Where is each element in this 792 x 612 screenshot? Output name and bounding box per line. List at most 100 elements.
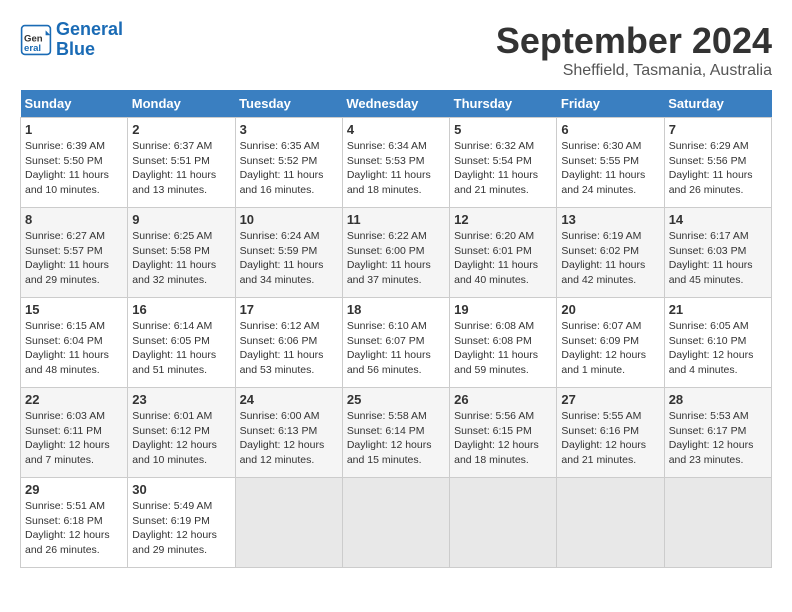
day-info: Sunrise: 6:20 AMSunset: 6:01 PMDaylight:…: [454, 229, 552, 288]
week-row-1: 1 Sunrise: 6:39 AMSunset: 5:50 PMDaylight…: [21, 118, 772, 208]
logo-icon: Gen eral: [20, 24, 52, 56]
subtitle: Sheffield, Tasmania, Australia: [496, 62, 772, 80]
day-number: 2: [132, 122, 230, 137]
day-cell-8: 8 Sunrise: 6:27 AMSunset: 5:57 PMDaylight…: [21, 208, 128, 298]
day-info: Sunrise: 6:08 AMSunset: 6:08 PMDaylight:…: [454, 319, 552, 378]
col-friday: Friday: [557, 90, 664, 118]
day-number: 3: [240, 122, 338, 137]
day-cell-18: 18 Sunrise: 6:10 AMSunset: 6:07 PMDayligh…: [342, 298, 449, 388]
day-number: 19: [454, 302, 552, 317]
day-cell-16: 16 Sunrise: 6:14 AMSunset: 6:05 PMDayligh…: [128, 298, 235, 388]
day-info: Sunrise: 6:32 AMSunset: 5:54 PMDaylight:…: [454, 139, 552, 198]
day-info: Sunrise: 6:39 AMSunset: 5:50 PMDaylight:…: [25, 139, 123, 198]
col-sunday: Sunday: [21, 90, 128, 118]
day-cell-11: 11 Sunrise: 6:22 AMSunset: 6:00 PMDayligh…: [342, 208, 449, 298]
day-info: Sunrise: 6:14 AMSunset: 6:05 PMDaylight:…: [132, 319, 230, 378]
day-info: Sunrise: 6:12 AMSunset: 6:06 PMDaylight:…: [240, 319, 338, 378]
day-cell-12: 12 Sunrise: 6:20 AMSunset: 6:01 PMDayligh…: [450, 208, 557, 298]
day-cell-23: 23 Sunrise: 6:01 AMSunset: 6:12 PMDayligh…: [128, 388, 235, 478]
day-cell-9: 9 Sunrise: 6:25 AMSunset: 5:58 PMDaylight…: [128, 208, 235, 298]
day-cell-17: 17 Sunrise: 6:12 AMSunset: 6:06 PMDayligh…: [235, 298, 342, 388]
day-info: Sunrise: 6:01 AMSunset: 6:12 PMDaylight:…: [132, 409, 230, 468]
day-info: Sunrise: 5:53 AMSunset: 6:17 PMDaylight:…: [669, 409, 767, 468]
day-cell-6: 6Sunrise: 6:30 AMSunset: 5:55 PMDaylight…: [557, 118, 664, 208]
day-info: Sunrise: 6:35 AMSunset: 5:52 PMDaylight:…: [240, 139, 338, 198]
empty-cell-w4-d3: [342, 478, 449, 568]
day-cell-1: 1 Sunrise: 6:39 AMSunset: 5:50 PMDaylight…: [21, 118, 128, 208]
page-header: Gen eral General Blue September 2024 She…: [20, 20, 772, 80]
empty-cell-w4-d5: [557, 478, 664, 568]
day-info: Sunrise: 6:34 AMSunset: 5:53 PMDaylight:…: [347, 139, 445, 198]
day-cell-28: 28 Sunrise: 5:53 AMSunset: 6:17 PMDayligh…: [664, 388, 771, 478]
day-number: 12: [454, 212, 552, 227]
day-info: Sunrise: 5:49 AMSunset: 6:19 PMDaylight:…: [132, 499, 230, 558]
day-cell-13: 13 Sunrise: 6:19 AMSunset: 6:02 PMDayligh…: [557, 208, 664, 298]
logo-text-general: General: [56, 20, 123, 40]
day-info: Sunrise: 6:10 AMSunset: 6:07 PMDaylight:…: [347, 319, 445, 378]
day-info: Sunrise: 6:15 AMSunset: 6:04 PMDaylight:…: [25, 319, 123, 378]
day-number: 30: [132, 482, 230, 497]
week-row-3: 15 Sunrise: 6:15 AMSunset: 6:04 PMDayligh…: [21, 298, 772, 388]
day-number: 15: [25, 302, 123, 317]
day-info: Sunrise: 5:51 AMSunset: 6:18 PMDaylight:…: [25, 499, 123, 558]
day-number: 28: [669, 392, 767, 407]
day-cell-7: 7Sunrise: 6:29 AMSunset: 5:56 PMDaylight…: [664, 118, 771, 208]
day-number: 22: [25, 392, 123, 407]
day-info: Sunrise: 6:30 AMSunset: 5:55 PMDaylight:…: [561, 139, 659, 198]
day-info: Sunrise: 6:17 AMSunset: 6:03 PMDaylight:…: [669, 229, 767, 288]
day-info: Sunrise: 6:29 AMSunset: 5:56 PMDaylight:…: [669, 139, 767, 198]
calendar-table: Sunday Monday Tuesday Wednesday Thursday…: [20, 90, 772, 568]
day-info: Sunrise: 6:05 AMSunset: 6:10 PMDaylight:…: [669, 319, 767, 378]
day-info: Sunrise: 5:56 AMSunset: 6:15 PMDaylight:…: [454, 409, 552, 468]
day-info: Sunrise: 6:22 AMSunset: 6:00 PMDaylight:…: [347, 229, 445, 288]
day-number: 27: [561, 392, 659, 407]
day-cell-3: 3 Sunrise: 6:35 AMSunset: 5:52 PMDaylight…: [235, 118, 342, 208]
day-info: Sunrise: 6:00 AMSunset: 6:13 PMDaylight:…: [240, 409, 338, 468]
day-number: 29: [25, 482, 123, 497]
empty-cell-w4-d6: [664, 478, 771, 568]
day-info: Sunrise: 6:19 AMSunset: 6:02 PMDaylight:…: [561, 229, 659, 288]
day-cell-15: 15 Sunrise: 6:15 AMSunset: 6:04 PMDayligh…: [21, 298, 128, 388]
day-info: Sunrise: 6:24 AMSunset: 5:59 PMDaylight:…: [240, 229, 338, 288]
day-number: 11: [347, 212, 445, 227]
day-info: Sunrise: 5:58 AMSunset: 6:14 PMDaylight:…: [347, 409, 445, 468]
day-cell-26: 26Sunrise: 5:56 AMSunset: 6:15 PMDayligh…: [450, 388, 557, 478]
day-cell-24: 24 Sunrise: 6:00 AMSunset: 6:13 PMDayligh…: [235, 388, 342, 478]
day-number: 16: [132, 302, 230, 317]
day-number: 14: [669, 212, 767, 227]
day-number: 24: [240, 392, 338, 407]
day-number: 9: [132, 212, 230, 227]
day-info: Sunrise: 6:37 AMSunset: 5:51 PMDaylight:…: [132, 139, 230, 198]
day-number: 20: [561, 302, 659, 317]
header-row: Sunday Monday Tuesday Wednesday Thursday…: [21, 90, 772, 118]
day-number: 13: [561, 212, 659, 227]
col-thursday: Thursday: [450, 90, 557, 118]
day-number: 21: [669, 302, 767, 317]
day-cell-22: 22Sunrise: 6:03 AMSunset: 6:11 PMDayligh…: [21, 388, 128, 478]
day-number: 23: [132, 392, 230, 407]
day-cell-25: 25 Sunrise: 5:58 AMSunset: 6:14 PMDayligh…: [342, 388, 449, 478]
day-info: Sunrise: 6:25 AMSunset: 5:58 PMDaylight:…: [132, 229, 230, 288]
day-cell-30: 30 Sunrise: 5:49 AMSunset: 6:19 PMDayligh…: [128, 478, 235, 568]
day-number: 17: [240, 302, 338, 317]
day-number: 8: [25, 212, 123, 227]
day-cell-27: 27 Sunrise: 5:55 AMSunset: 6:16 PMDayligh…: [557, 388, 664, 478]
col-wednesday: Wednesday: [342, 90, 449, 118]
week-row-4: 22Sunrise: 6:03 AMSunset: 6:11 PMDayligh…: [21, 388, 772, 478]
day-info: Sunrise: 5:55 AMSunset: 6:16 PMDaylight:…: [561, 409, 659, 468]
day-cell-2: 2 Sunrise: 6:37 AMSunset: 5:51 PMDaylight…: [128, 118, 235, 208]
col-monday: Monday: [128, 90, 235, 118]
week-row-5: 29 Sunrise: 5:51 AMSunset: 6:18 PMDayligh…: [21, 478, 772, 568]
day-cell-19: 19 Sunrise: 6:08 AMSunset: 6:08 PMDayligh…: [450, 298, 557, 388]
day-info: Sunrise: 6:27 AMSunset: 5:57 PMDaylight:…: [25, 229, 123, 288]
day-number: 1: [25, 122, 123, 137]
day-cell-4: 4 Sunrise: 6:34 AMSunset: 5:53 PMDaylight…: [342, 118, 449, 208]
title-block: September 2024 Sheffield, Tasmania, Aust…: [496, 20, 772, 80]
day-number: 4: [347, 122, 445, 137]
day-number: 25: [347, 392, 445, 407]
day-number: 10: [240, 212, 338, 227]
day-number: 5: [454, 122, 552, 137]
day-number: 18: [347, 302, 445, 317]
day-cell-14: 14 Sunrise: 6:17 AMSunset: 6:03 PMDayligh…: [664, 208, 771, 298]
day-cell-10: 10 Sunrise: 6:24 AMSunset: 5:59 PMDayligh…: [235, 208, 342, 298]
